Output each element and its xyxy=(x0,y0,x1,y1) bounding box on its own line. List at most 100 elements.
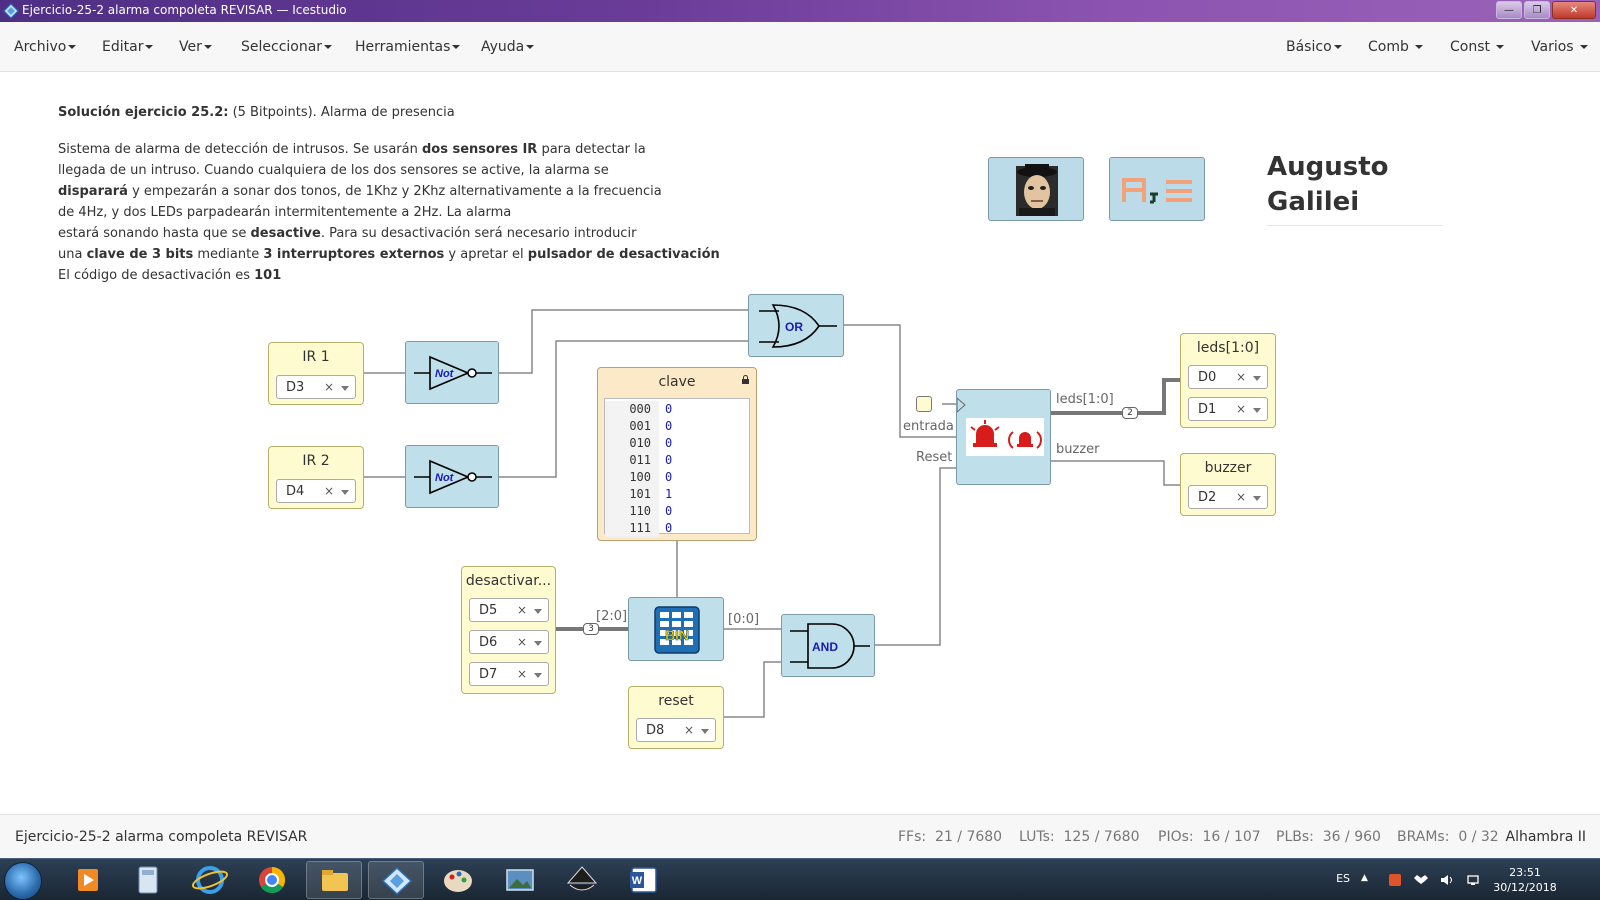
wire-buzzer xyxy=(1051,460,1180,486)
memory-row[interactable]: 010 0 xyxy=(605,435,749,452)
memory-row[interactable]: 110 0 xyxy=(605,503,749,520)
clear-icon[interactable]: × xyxy=(684,723,694,737)
input-block-desactivar[interactable]: desactivar... D5 × D6 × D7 × xyxy=(461,566,556,694)
memory-table[interactable]: 000 0 001 0 010 0 011 0 100 0 101 1 110 0 111 0 xyxy=(604,398,750,537)
clear-icon[interactable]: × xyxy=(1236,402,1246,416)
clear-icon[interactable]: × xyxy=(517,667,527,681)
volume-icon[interactable] xyxy=(1440,873,1454,887)
taskbar-chrome[interactable] xyxy=(244,861,300,899)
input-block-reset[interactable]: reset D8 × xyxy=(628,686,724,749)
memory-row[interactable]: 011 0 xyxy=(605,452,749,469)
dropdown-icon[interactable] xyxy=(534,673,542,678)
stat-pios: PIOs: 16 / 107 xyxy=(1158,829,1261,845)
taskbar-inkscape[interactable] xyxy=(554,861,610,899)
memory-row[interactable]: 100 0 xyxy=(605,469,749,486)
bus-width-badge: 2 xyxy=(1122,407,1138,419)
memory-row[interactable]: 000 0 xyxy=(605,401,749,418)
bin-icon: BIN xyxy=(654,606,700,654)
and-gate[interactable]: AND xyxy=(781,614,875,677)
dropdown-icon[interactable] xyxy=(341,386,349,391)
clear-icon[interactable]: × xyxy=(1236,370,1246,384)
taskbar-photo-viewer[interactable] xyxy=(492,861,548,899)
pin-select-buzzer[interactable]: D2 × xyxy=(1188,485,1268,509)
pin-select-ir1[interactable]: D3 × xyxy=(276,375,356,399)
pin-select-d7[interactable]: D7 × xyxy=(469,662,549,686)
input-block-ir2[interactable]: IR 2 D4 × xyxy=(268,446,364,509)
taskbar-word[interactable]: W xyxy=(616,861,672,899)
input-block-ir1[interactable]: IR 1 D3 × xyxy=(268,342,364,405)
taskbar-explorer[interactable] xyxy=(306,861,362,899)
dropdown-icon[interactable] xyxy=(1253,408,1261,413)
not-gate-icon: Not xyxy=(414,355,492,391)
taskbar-internet-explorer[interactable] xyxy=(182,861,238,899)
memory-value[interactable]: 0 xyxy=(659,435,672,452)
memory-value[interactable]: 0 xyxy=(659,469,672,486)
buzzer-port-label: buzzer xyxy=(1056,442,1100,457)
taskbar-calculator[interactable] xyxy=(120,861,176,899)
not-gate-1[interactable]: Not xyxy=(405,341,499,404)
language-indicator[interactable]: ES xyxy=(1336,872,1350,885)
memory-address: 110 xyxy=(605,503,659,520)
start-button[interactable] xyxy=(4,862,42,900)
output-block-buzzer[interactable]: buzzer D2 × xyxy=(1180,453,1276,516)
clear-icon[interactable]: × xyxy=(517,635,527,649)
dropbox-icon[interactable] xyxy=(1414,873,1428,887)
wire-layer xyxy=(364,309,1180,718)
block-label: IR 1 xyxy=(302,349,330,365)
network-icon[interactable] xyxy=(1466,873,1480,887)
memory-block-clave[interactable]: clave 000 0 001 0 010 0 011 0 100 0 101 1 110 0 111 0 xyxy=(597,367,757,541)
clear-icon[interactable]: × xyxy=(324,484,334,498)
alarm-block[interactable] xyxy=(956,389,1051,485)
memory-row[interactable]: 001 0 xyxy=(605,418,749,435)
clear-icon[interactable]: × xyxy=(324,380,334,394)
pin-select-d5[interactable]: D5 × xyxy=(469,598,549,622)
taskbar-icestudio[interactable] xyxy=(368,861,424,899)
taskbar: W ES ▲ 23:51 30/12/2018 xyxy=(0,858,1600,900)
block-label: IR 2 xyxy=(302,453,330,469)
dropdown-icon[interactable] xyxy=(701,729,709,734)
wire-reset-and xyxy=(724,661,781,718)
pin-select-ir2[interactable]: D4 × xyxy=(276,479,356,503)
memory-value[interactable]: 0 xyxy=(659,418,672,435)
bin-decoder[interactable]: BIN xyxy=(628,597,724,661)
taskbar-paint[interactable] xyxy=(430,861,486,899)
svg-text:W: W xyxy=(632,875,643,887)
board-selector[interactable]: Alhambra II xyxy=(1506,829,1587,845)
memory-address: 111 xyxy=(605,520,659,537)
not-gate-2[interactable]: Not xyxy=(405,445,499,508)
clock[interactable]: 23:51 30/12/2018 xyxy=(1490,865,1560,895)
folder-icon xyxy=(322,870,348,891)
output-block-leds[interactable]: leds[1:0] D0 × D1 × xyxy=(1180,333,1276,428)
dropdown-icon[interactable] xyxy=(534,609,542,614)
memory-value[interactable]: 0 xyxy=(659,452,672,469)
dropdown-icon[interactable] xyxy=(1253,376,1261,381)
memory-value[interactable]: 1 xyxy=(659,486,672,503)
dropdown-icon[interactable] xyxy=(534,641,542,646)
dropdown-icon[interactable] xyxy=(1253,496,1261,501)
or-gate[interactable]: OR xyxy=(748,294,844,357)
memory-row[interactable]: 111 0 xyxy=(605,520,749,537)
memory-address: 010 xyxy=(605,435,659,452)
memory-value[interactable]: 0 xyxy=(659,401,672,418)
dropdown-icon[interactable] xyxy=(341,490,349,495)
block-label: desactivar... xyxy=(465,573,552,589)
not-gate-icon: Not xyxy=(414,459,492,495)
tray-expand-icon[interactable]: ▲ xyxy=(1361,873,1375,887)
memory-row[interactable]: 101 1 xyxy=(605,486,749,503)
clear-icon[interactable]: × xyxy=(517,603,527,617)
clock-input[interactable] xyxy=(916,396,932,412)
not-label: Not xyxy=(435,368,455,380)
memory-value[interactable]: 0 xyxy=(659,520,672,537)
pin-select-d6[interactable]: D6 × xyxy=(469,630,549,654)
clear-icon[interactable]: × xyxy=(1236,490,1246,504)
memory-value[interactable]: 0 xyxy=(659,503,672,520)
and-gate-icon: AND xyxy=(790,623,870,669)
pin-select-d0[interactable]: D0 × xyxy=(1188,365,1268,389)
block-label: buzzer xyxy=(1204,460,1252,476)
lock-icon[interactable] xyxy=(742,375,749,384)
taskbar-media-player[interactable] xyxy=(60,861,116,899)
flash-tray-icon[interactable] xyxy=(1388,873,1402,887)
pin-select-reset[interactable]: D8 × xyxy=(636,718,716,742)
pin-select-d1[interactable]: D1 × xyxy=(1188,397,1268,421)
wire-and-reset xyxy=(875,467,956,646)
